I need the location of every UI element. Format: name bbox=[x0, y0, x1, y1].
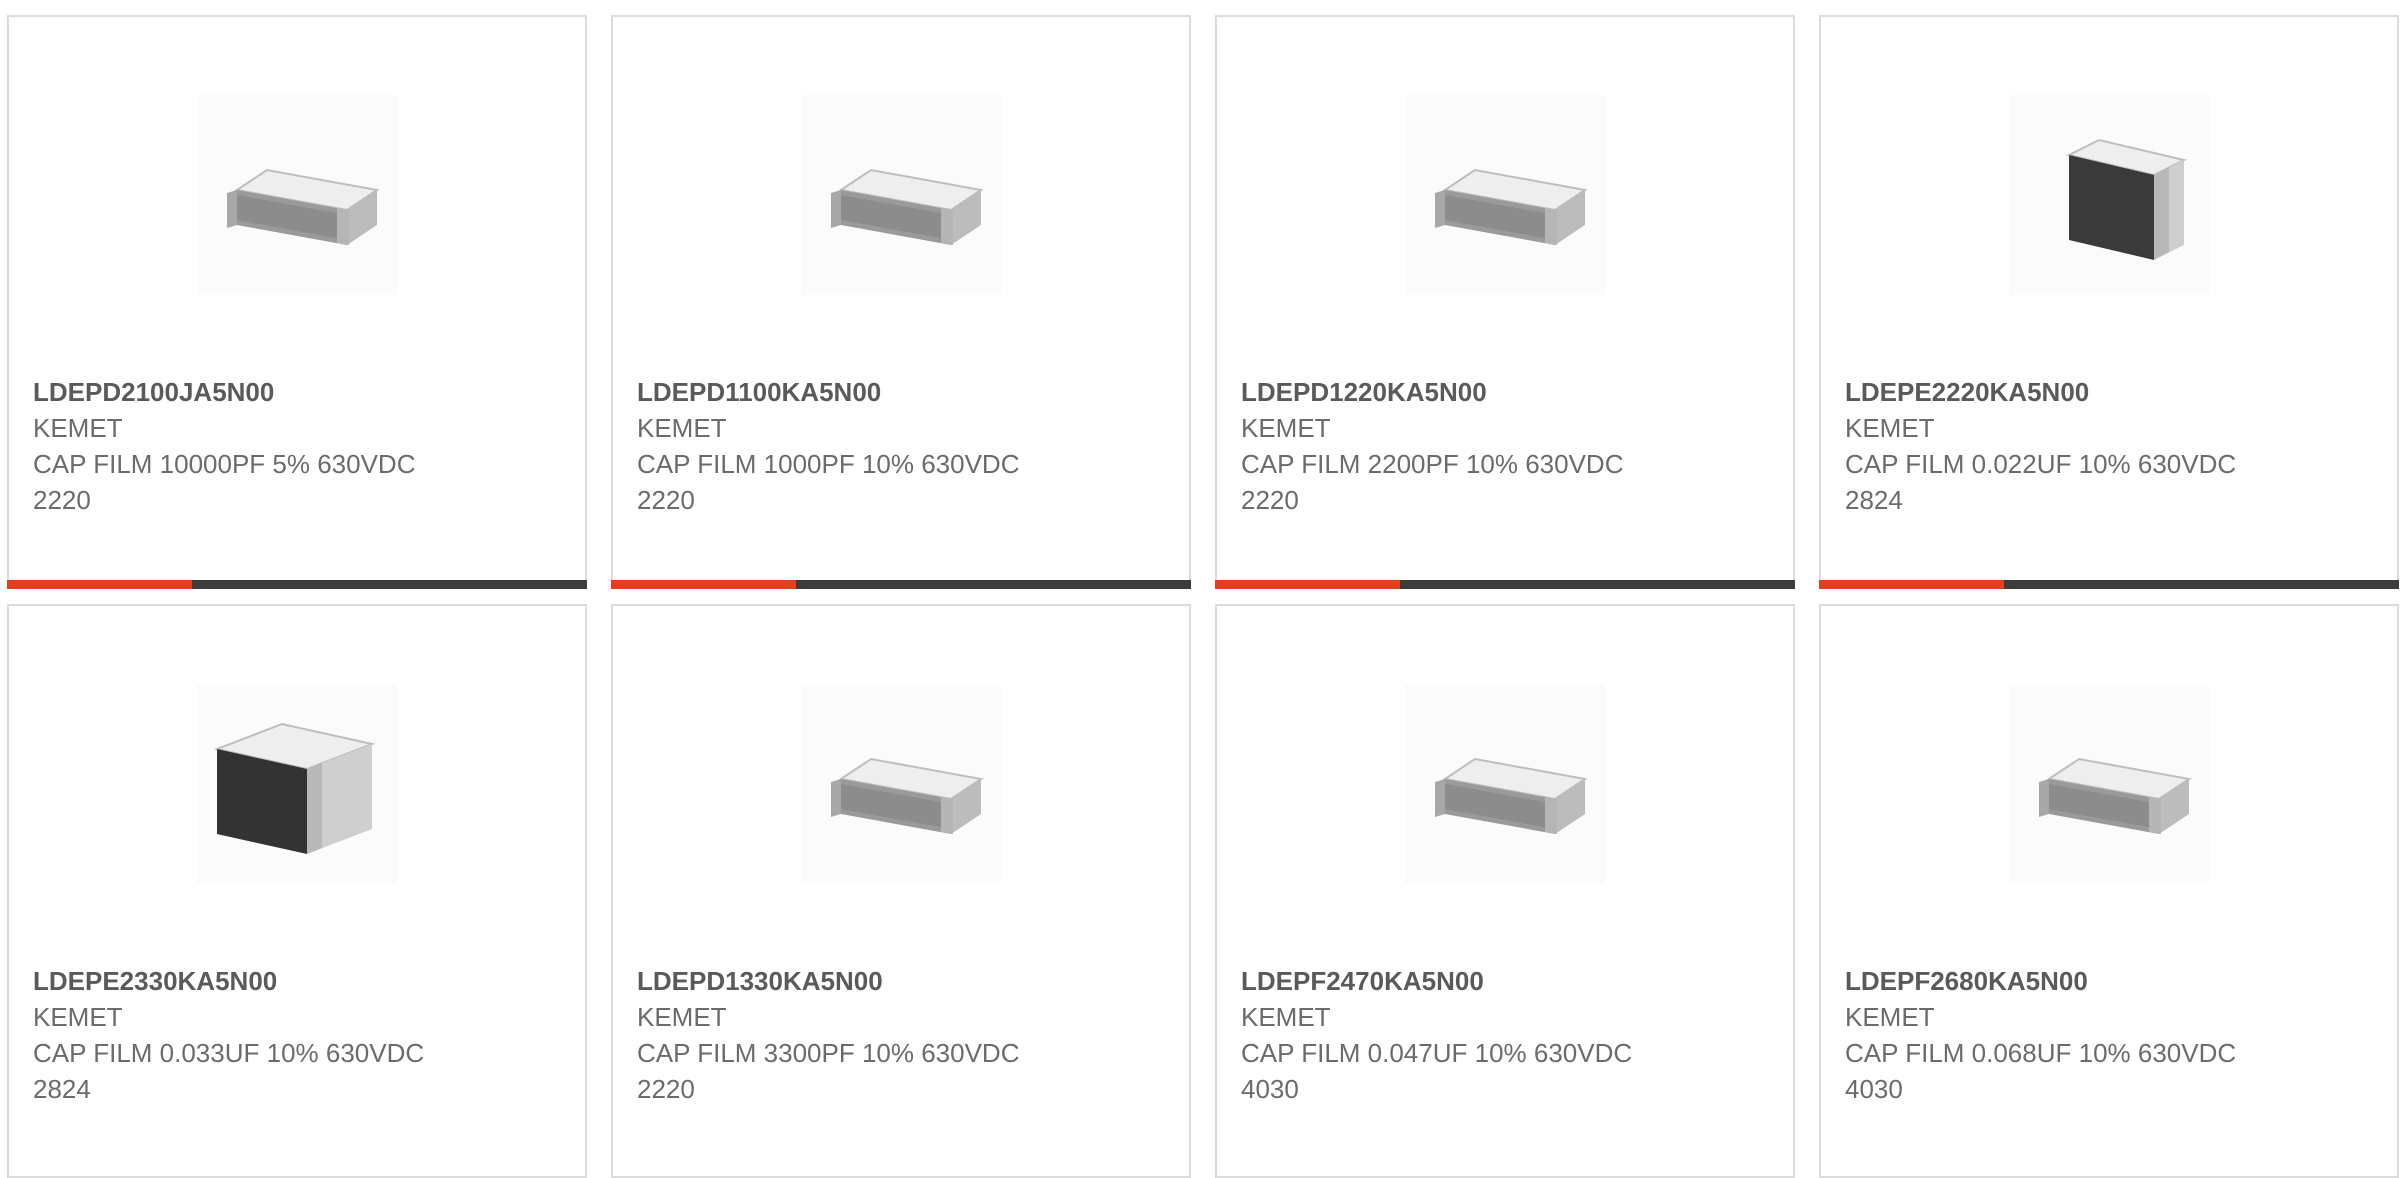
product-info: LDEPE2220KA5N00 KEMET CAP FILM 0.022UF 1… bbox=[1845, 374, 2285, 518]
product-image-container bbox=[613, 674, 1189, 894]
part-number[interactable]: LDEPD2100JA5N00 bbox=[33, 374, 473, 410]
card-bottom-bar bbox=[7, 580, 587, 589]
product-info: LDEPD1220KA5N00 KEMET CAP FILM 2200PF 10… bbox=[1241, 374, 1681, 518]
product-info: LDEPD2100JA5N00 KEMET CAP FILM 10000PF 5… bbox=[33, 374, 473, 518]
product-card[interactable]: LDEPF2470KA5N00 KEMET CAP FILM 0.047UF 1… bbox=[1215, 604, 1795, 1178]
manufacturer: KEMET bbox=[637, 1002, 727, 1032]
product-image-container bbox=[9, 85, 585, 305]
product-card[interactable]: LDEPD1100KA5N00 KEMET CAP FILM 1000PF 10… bbox=[611, 15, 1191, 589]
product-card[interactable]: LDEPE2330KA5N00 KEMET CAP FILM 0.033UF 1… bbox=[7, 604, 587, 1178]
card-accent bbox=[1819, 580, 2004, 589]
product-info: LDEPF2470KA5N00 KEMET CAP FILM 0.047UF 1… bbox=[1241, 963, 1681, 1107]
product-card[interactable]: LDEPD2100JA5N00 KEMET CAP FILM 10000PF 5… bbox=[7, 15, 587, 589]
film-capacitor-icon[interactable] bbox=[197, 684, 397, 884]
part-number[interactable]: LDEPE2220KA5N00 bbox=[1845, 374, 2285, 410]
product-image-container bbox=[1217, 85, 1793, 305]
film-capacitor-icon[interactable] bbox=[801, 95, 1001, 295]
film-capacitor-icon[interactable] bbox=[1405, 684, 1605, 884]
product-info: LDEPE2330KA5N00 KEMET CAP FILM 0.033UF 1… bbox=[33, 963, 473, 1107]
part-number[interactable]: LDEPE2330KA5N00 bbox=[33, 963, 473, 999]
product-card[interactable]: LDEPD1330KA5N00 KEMET CAP FILM 3300PF 10… bbox=[611, 604, 1191, 1178]
film-capacitor-icon[interactable] bbox=[1405, 95, 1605, 295]
card-bottom-bar bbox=[611, 580, 1191, 589]
product-image-container bbox=[1821, 85, 2397, 305]
product-card[interactable]: LDEPF2680KA5N00 KEMET CAP FILM 0.068UF 1… bbox=[1819, 604, 2399, 1178]
product-description: CAP FILM 1000PF 10% 630VDC 2220 bbox=[637, 449, 1020, 515]
product-description: CAP FILM 0.068UF 10% 630VDC 4030 bbox=[1845, 1038, 2237, 1104]
product-description: CAP FILM 0.022UF 10% 630VDC 2824 bbox=[1845, 449, 2237, 515]
product-image-container bbox=[9, 674, 585, 894]
product-description: CAP FILM 2200PF 10% 630VDC 2220 bbox=[1241, 449, 1624, 515]
card-bottom-bar bbox=[1819, 580, 2399, 589]
film-capacitor-icon[interactable] bbox=[2009, 684, 2209, 884]
manufacturer: KEMET bbox=[1845, 1002, 1935, 1032]
manufacturer: KEMET bbox=[33, 413, 123, 443]
product-image-container bbox=[613, 85, 1189, 305]
part-number[interactable]: LDEPF2680KA5N00 bbox=[1845, 963, 2285, 999]
part-number[interactable]: LDEPD1330KA5N00 bbox=[637, 963, 1077, 999]
product-info: LDEPD1330KA5N00 KEMET CAP FILM 3300PF 10… bbox=[637, 963, 1077, 1107]
manufacturer: KEMET bbox=[1241, 413, 1331, 443]
manufacturer: KEMET bbox=[1241, 1002, 1331, 1032]
product-image-container bbox=[1217, 674, 1793, 894]
card-bottom-bar bbox=[1215, 580, 1795, 589]
manufacturer: KEMET bbox=[1845, 413, 1935, 443]
manufacturer: KEMET bbox=[637, 413, 727, 443]
product-description: CAP FILM 0.033UF 10% 630VDC 2824 bbox=[33, 1038, 425, 1104]
card-accent bbox=[611, 580, 796, 589]
product-info: LDEPD1100KA5N00 KEMET CAP FILM 1000PF 10… bbox=[637, 374, 1077, 518]
product-grid: LDEPD2100JA5N00 KEMET CAP FILM 10000PF 5… bbox=[0, 0, 2400, 1178]
product-card[interactable]: LDEPD1220KA5N00 KEMET CAP FILM 2200PF 10… bbox=[1215, 15, 1795, 589]
product-description: CAP FILM 0.047UF 10% 630VDC 4030 bbox=[1241, 1038, 1633, 1104]
manufacturer: KEMET bbox=[33, 1002, 123, 1032]
product-image-container bbox=[1821, 674, 2397, 894]
product-description: CAP FILM 10000PF 5% 630VDC 2220 bbox=[33, 449, 416, 515]
film-capacitor-icon[interactable] bbox=[801, 684, 1001, 884]
card-accent bbox=[1215, 580, 1400, 589]
card-accent bbox=[7, 580, 192, 589]
part-number[interactable]: LDEPD1100KA5N00 bbox=[637, 374, 1077, 410]
part-number[interactable]: LDEPD1220KA5N00 bbox=[1241, 374, 1681, 410]
product-card[interactable]: LDEPE2220KA5N00 KEMET CAP FILM 0.022UF 1… bbox=[1819, 15, 2399, 589]
film-capacitor-icon[interactable] bbox=[2009, 95, 2209, 295]
film-capacitor-icon[interactable] bbox=[197, 95, 397, 295]
product-description: CAP FILM 3300PF 10% 630VDC 2220 bbox=[637, 1038, 1020, 1104]
part-number[interactable]: LDEPF2470KA5N00 bbox=[1241, 963, 1681, 999]
product-info: LDEPF2680KA5N00 KEMET CAP FILM 0.068UF 1… bbox=[1845, 963, 2285, 1107]
